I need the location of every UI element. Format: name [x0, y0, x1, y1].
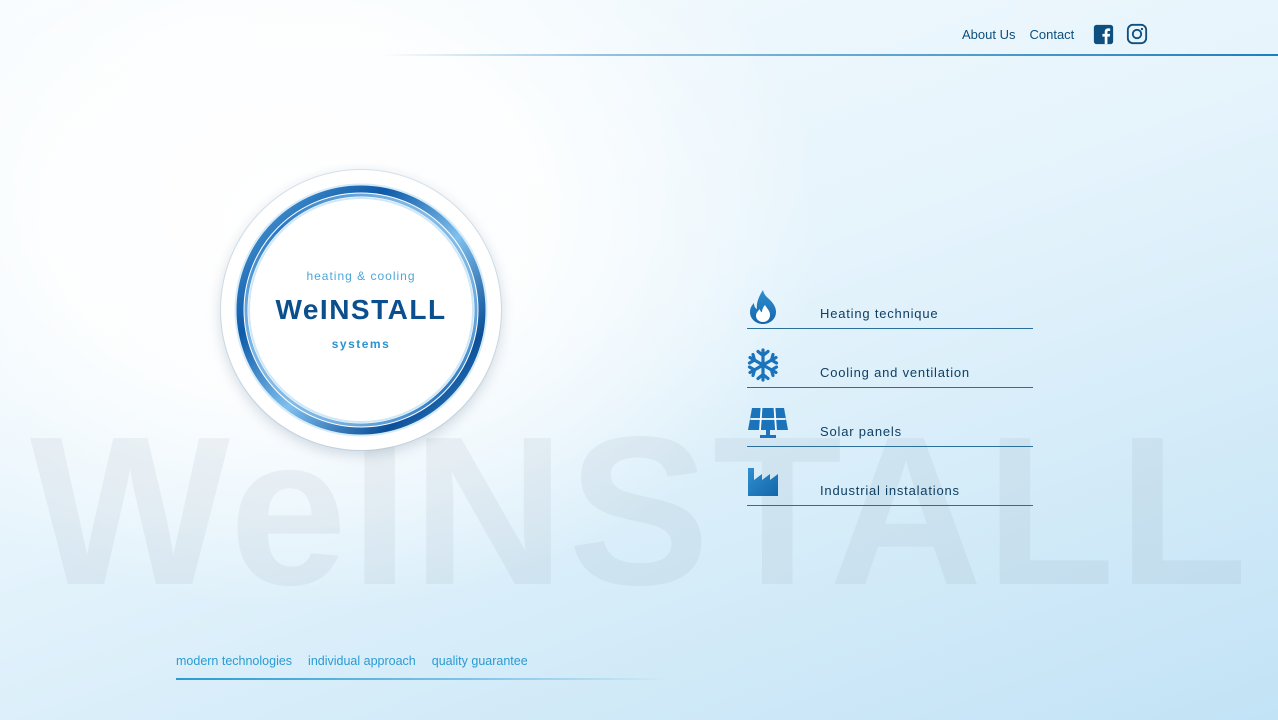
- logo-tagline: heating & cooling: [306, 269, 416, 283]
- service-heating[interactable]: Heating technique: [747, 289, 1033, 348]
- service-label: Heating technique: [820, 306, 939, 321]
- logo-subtitle: systems: [331, 337, 391, 351]
- service-divider: [747, 387, 1033, 388]
- service-solar[interactable]: Solar panels: [747, 407, 1033, 466]
- flame-icon: [747, 289, 789, 325]
- brand-logo[interactable]: heating & cooling WeINSTALL systems: [221, 170, 501, 450]
- header-divider: [380, 54, 1278, 56]
- service-industrial[interactable]: Industrial instalations: [747, 466, 1033, 525]
- factory-icon: [747, 466, 789, 502]
- service-label: Solar panels: [820, 424, 902, 439]
- nav-contact-link[interactable]: Contact: [1022, 23, 1081, 46]
- background-watermark: WeINSTALL: [30, 392, 1251, 629]
- slogans-underline: [176, 678, 666, 680]
- logo-title: WeINSTALL: [275, 294, 447, 325]
- service-label: Industrial instalations: [820, 483, 960, 498]
- service-divider: [747, 446, 1033, 447]
- slogan-item: quality guarantee: [431, 654, 528, 668]
- services-list: Heating technique Cooling and ventilatio…: [747, 289, 1033, 525]
- solar-panel-icon: [747, 407, 789, 443]
- slogan-item: modern technologies: [176, 654, 293, 668]
- top-navigation: About Us Contact: [955, 22, 1149, 46]
- service-divider: [747, 505, 1033, 506]
- service-divider: [747, 328, 1033, 329]
- facebook-icon[interactable]: [1091, 22, 1115, 46]
- instagram-icon[interactable]: [1125, 22, 1149, 46]
- snowflake-icon: [747, 348, 789, 384]
- slogans: modern technologies individual approach …: [176, 654, 528, 668]
- service-cooling[interactable]: Cooling and ventilation: [747, 348, 1033, 407]
- service-label: Cooling and ventilation: [820, 365, 970, 380]
- nav-about-us-link[interactable]: About Us: [955, 23, 1022, 46]
- slogan-item: individual approach: [308, 654, 416, 668]
